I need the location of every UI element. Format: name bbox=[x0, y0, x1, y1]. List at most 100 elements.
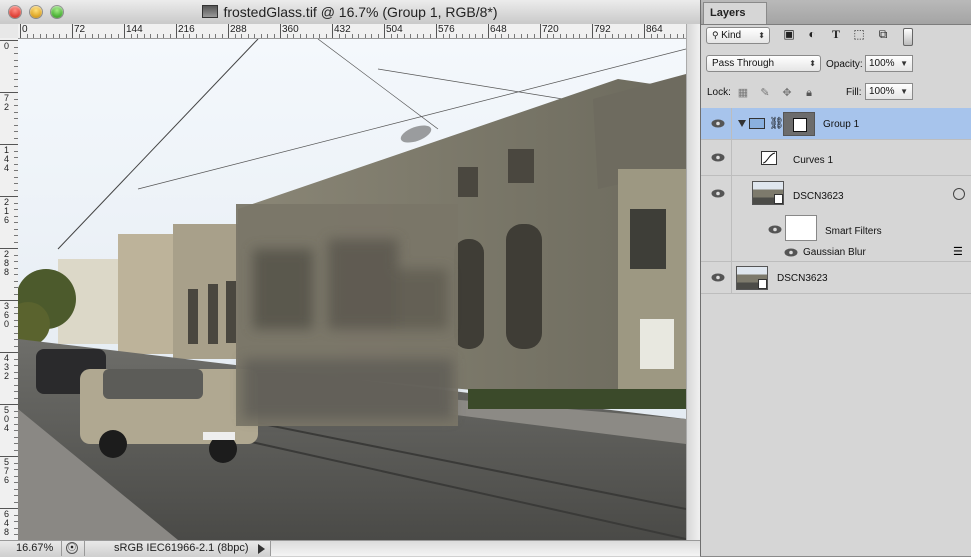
filter-row-gaussian-blur[interactable]: Gaussian Blur ☰ bbox=[701, 244, 971, 262]
ruler-minor-tick bbox=[462, 34, 463, 38]
ruler-minor-tick bbox=[221, 34, 223, 38]
ruler-minor-tick bbox=[520, 34, 522, 38]
layer-row-curves-1[interactable]: Curves 1 bbox=[701, 140, 971, 176]
smart-filters-label[interactable]: Smart Filters bbox=[825, 226, 882, 237]
link-icon[interactable]: ⛓ bbox=[769, 116, 784, 130]
vertical-scrollbar[interactable] bbox=[686, 24, 701, 540]
pixel-layer-filter-icon[interactable]: ▣ bbox=[782, 27, 796, 41]
ruler-minor-tick bbox=[397, 34, 398, 38]
expand-group-arrow-icon[interactable] bbox=[738, 120, 746, 127]
layer-row-dscn3623[interactable]: DSCN3623 bbox=[701, 262, 971, 294]
ruler-minor-tick bbox=[663, 34, 665, 38]
ruler-minor-tick bbox=[605, 34, 606, 38]
layer-name[interactable]: Group 1 bbox=[823, 119, 859, 130]
ruler-minor-tick bbox=[351, 34, 353, 38]
lock-image-pixels-icon[interactable]: ✎ bbox=[759, 87, 771, 99]
horizontal-scrollbar[interactable] bbox=[271, 541, 700, 556]
ruler-label: 360 bbox=[282, 24, 299, 35]
ruler-minor-tick bbox=[501, 34, 502, 38]
ruler-label: 360 bbox=[3, 301, 9, 329]
filter-toggle-switch[interactable] bbox=[903, 28, 913, 46]
ruler-minor-tick bbox=[423, 34, 424, 38]
smart-filter-mask-thumbnail[interactable] bbox=[785, 215, 817, 241]
lock-position-icon[interactable]: ✥ bbox=[781, 87, 793, 99]
ruler-minor-tick bbox=[618, 34, 619, 38]
layer-name[interactable]: DSCN3623 bbox=[793, 191, 844, 202]
ruler-minor-tick bbox=[553, 34, 554, 38]
ruler-minor-tick bbox=[481, 34, 483, 38]
eye-icon[interactable] bbox=[768, 225, 782, 234]
filter-effects-icon[interactable] bbox=[953, 188, 965, 200]
eye-icon[interactable] bbox=[711, 119, 725, 128]
eye-icon[interactable] bbox=[711, 153, 725, 162]
street-photo bbox=[18, 39, 686, 540]
ruler-minor-tick bbox=[533, 34, 535, 38]
layer-mask-thumbnail[interactable] bbox=[783, 112, 815, 136]
status-menu-arrow-icon[interactable] bbox=[258, 544, 265, 554]
ruler-tick bbox=[0, 196, 18, 197]
type-layer-filter-icon[interactable]: T bbox=[829, 27, 843, 41]
ruler-minor-tick bbox=[494, 34, 496, 38]
document-titlebar: frostedGlass.tif @ 16.7% (Group 1, RGB/8… bbox=[0, 0, 700, 25]
layer-name[interactable]: DSCN3623 bbox=[777, 273, 828, 284]
curves-adjustment-icon bbox=[761, 151, 777, 165]
ruler-minor-tick bbox=[325, 34, 327, 38]
ruler-minor-tick bbox=[65, 34, 67, 38]
ruler-label: 432 bbox=[3, 353, 9, 381]
status-info-icon[interactable]: ⦿ bbox=[66, 542, 78, 554]
ruler-label: 864 bbox=[646, 24, 663, 35]
eye-icon[interactable] bbox=[711, 189, 725, 198]
fill-field[interactable]: 100% ▼ bbox=[865, 83, 913, 100]
filter-kind-select[interactable]: ⚲ Kind ⬍ bbox=[706, 27, 770, 44]
layer-thumbnail[interactable] bbox=[736, 266, 768, 290]
ruler-label: 432 bbox=[334, 24, 351, 35]
eye-icon[interactable] bbox=[784, 248, 798, 257]
fill-label: Fill: bbox=[846, 87, 862, 98]
ruler-minor-tick bbox=[78, 34, 80, 38]
lock-transparent-pixels-icon[interactable]: ▦ bbox=[737, 87, 749, 99]
horizontal-ruler[interactable]: 072144216288360432504576648720792864936 bbox=[18, 24, 686, 39]
layer-row-dscn3623-filtered[interactable]: DSCN3623 bbox=[701, 176, 971, 212]
zoom-level-field[interactable]: 16.67% bbox=[0, 541, 62, 556]
ruler-minor-tick bbox=[429, 34, 431, 38]
ruler-tick bbox=[0, 144, 18, 145]
blend-mode-select[interactable]: Pass Through ⬍ bbox=[706, 55, 821, 72]
visibility-cell[interactable] bbox=[701, 140, 732, 175]
ruler-tick bbox=[0, 92, 18, 93]
smart-filters-row[interactable]: Smart Filters bbox=[701, 212, 971, 244]
ruler-minor-tick bbox=[195, 34, 197, 38]
filter-name[interactable]: Gaussian Blur bbox=[803, 247, 866, 258]
ruler-minor-tick bbox=[26, 34, 28, 38]
eye-icon[interactable] bbox=[711, 273, 725, 282]
ruler-minor-tick bbox=[182, 34, 184, 38]
visibility-cell[interactable] bbox=[701, 108, 732, 139]
vertical-ruler[interactable]: 0 72 144 216 288 360 432 504 576 648 bbox=[0, 38, 19, 540]
opacity-field[interactable]: 100% ▼ bbox=[865, 55, 913, 72]
ruler-minor-tick bbox=[117, 34, 119, 38]
ruler-minor-tick bbox=[364, 34, 366, 38]
ruler-origin[interactable] bbox=[0, 24, 19, 39]
filter-kind-label: Kind bbox=[721, 30, 742, 41]
visibility-cell[interactable] bbox=[701, 262, 732, 293]
ruler-label: 288 bbox=[230, 24, 247, 35]
image-canvas[interactable] bbox=[18, 39, 686, 540]
search-icon: ⚲ bbox=[712, 30, 722, 40]
layer-thumbnail[interactable] bbox=[752, 181, 784, 205]
ruler-label: 792 bbox=[594, 24, 611, 35]
layer-row-group-1[interactable]: ⛓ Group 1 bbox=[701, 108, 971, 140]
blending-options-icon[interactable]: ☰ bbox=[953, 247, 963, 258]
smart-object-filter-icon[interactable]: ⧉ bbox=[876, 27, 890, 41]
ruler-label: 144 bbox=[126, 24, 143, 35]
adjustment-layer-filter-icon[interactable]: ◐ bbox=[805, 27, 819, 41]
lock-all-icon[interactable]: 🔒︎ bbox=[803, 87, 815, 99]
layer-name[interactable]: Curves 1 bbox=[793, 155, 833, 166]
shape-layer-filter-icon[interactable]: ⬚ bbox=[852, 27, 866, 41]
ruler-minor-tick bbox=[338, 34, 340, 38]
visibility-cell[interactable] bbox=[701, 176, 732, 212]
ruler-minor-tick bbox=[247, 34, 249, 38]
ruler-minor-tick bbox=[169, 34, 171, 38]
ruler-minor-tick bbox=[273, 34, 275, 38]
ruler-label: 504 bbox=[3, 405, 9, 433]
ruler-label: 216 bbox=[178, 24, 195, 35]
tab-layers[interactable]: Layers bbox=[703, 2, 767, 24]
